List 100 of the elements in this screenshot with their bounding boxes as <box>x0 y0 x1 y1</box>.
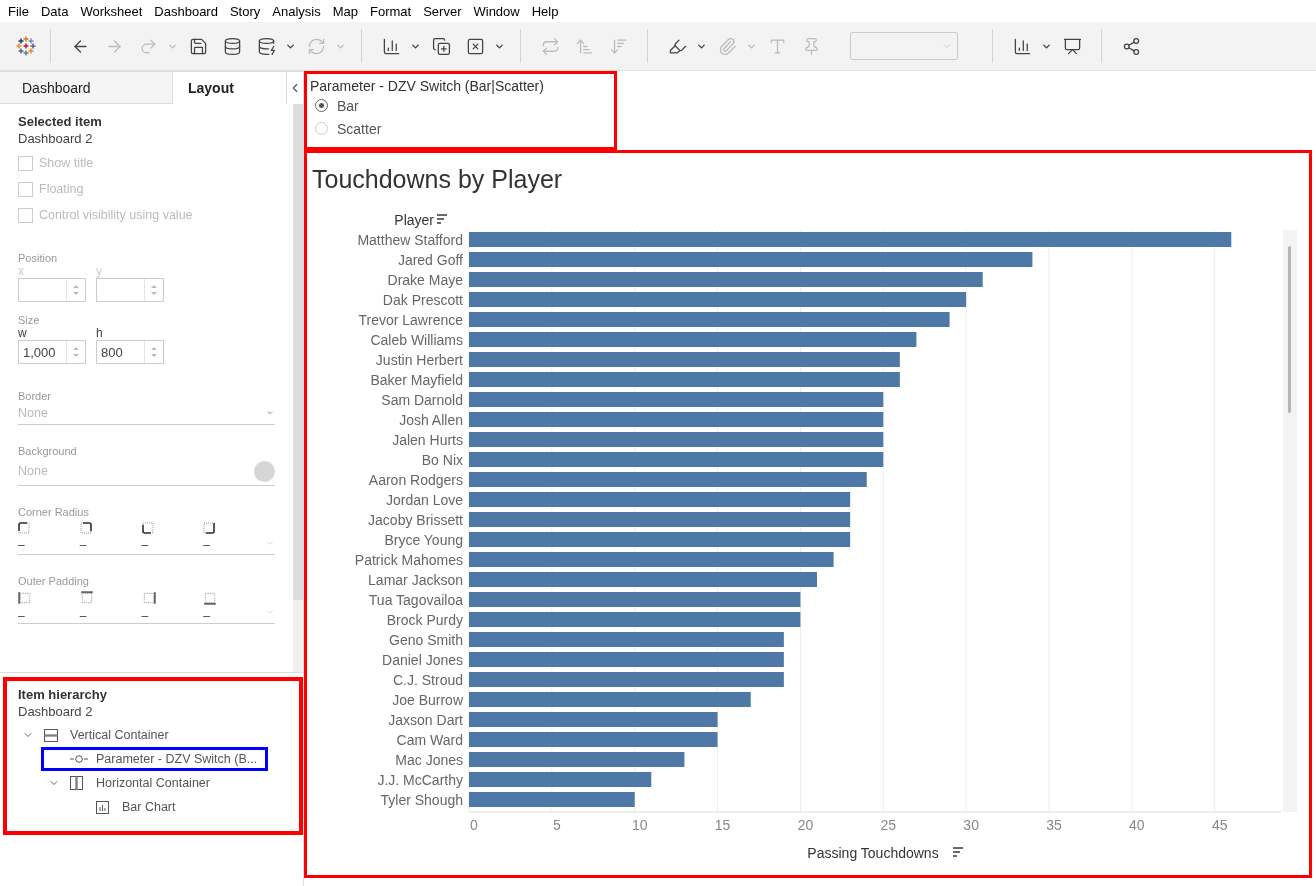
bar[interactable] <box>469 232 1232 247</box>
category-label: Jordan Love <box>385 492 463 508</box>
bar[interactable] <box>469 312 950 327</box>
category-label: Trevor Lawrence <box>358 312 463 328</box>
bar[interactable] <box>469 732 718 747</box>
tick-label: 45 <box>1211 817 1228 833</box>
padding-value[interactable]: – <box>79 609 90 623</box>
spinner-arrows-icon[interactable] <box>72 345 80 359</box>
bar[interactable] <box>469 452 884 467</box>
checkbox-label: Floating <box>39 182 84 196</box>
spinner-arrows-icon[interactable] <box>72 283 80 297</box>
radio-label[interactable]: Scatter <box>337 120 382 137</box>
number-field[interactable] <box>18 278 86 302</box>
bar[interactable] <box>469 552 834 567</box>
sort-icon[interactable] <box>952 847 964 857</box>
tree-item[interactable]: Horizontal Container <box>41 771 221 795</box>
vertical-container-icon <box>44 728 58 742</box>
category-label: Tyler Shough <box>380 792 463 808</box>
bar[interactable] <box>469 432 884 447</box>
spinner-arrows-icon[interactable] <box>150 345 158 359</box>
bar[interactable] <box>469 252 1033 267</box>
field-label: Size <box>18 314 41 326</box>
field-label: h <box>96 326 104 340</box>
scrollbar[interactable] <box>293 104 303 672</box>
category-label: Geno Smith <box>389 632 463 648</box>
bar[interactable] <box>469 292 967 307</box>
category-label: Tua Tagovailoa <box>368 592 463 608</box>
padding-icon[interactable] <box>141 591 156 605</box>
menu-item[interactable]: Format <box>366 3 420 19</box>
bar[interactable] <box>469 572 817 587</box>
padding-icon[interactable] <box>79 591 94 605</box>
bar[interactable] <box>469 392 884 407</box>
corner-radius-icon[interactable] <box>18 522 30 534</box>
bar[interactable] <box>469 412 884 427</box>
bar[interactable] <box>469 772 652 787</box>
menu-item[interactable]: Worksheet <box>76 3 151 19</box>
bar[interactable] <box>469 692 751 707</box>
radius-value[interactable]: – <box>18 538 28 552</box>
bar[interactable] <box>469 672 784 687</box>
bar[interactable] <box>469 372 900 387</box>
number-field[interactable]: 1,000 <box>18 340 86 364</box>
bar[interactable] <box>469 792 635 807</box>
menu-item[interactable]: Server <box>419 3 470 19</box>
scrollbar[interactable] <box>1283 230 1297 812</box>
axis-title: Passing Touchdowns <box>807 845 939 861</box>
bar[interactable] <box>469 472 867 487</box>
radio-label[interactable]: Bar <box>337 97 359 114</box>
tick-label: 40 <box>1129 817 1145 833</box>
bar[interactable] <box>469 532 851 547</box>
menu-item[interactable]: Window <box>469 3 528 19</box>
corner-radius-icon[interactable] <box>141 522 154 534</box>
category-label: Jaxson Dart <box>388 712 463 728</box>
corner-radius-icon[interactable] <box>203 522 216 534</box>
menu-item[interactable]: Map <box>328 3 366 19</box>
selected-item-name: Dashboard 2 <box>18 131 94 146</box>
padding-icon[interactable] <box>18 591 32 605</box>
radius-value[interactable]: – <box>79 538 90 552</box>
logo-icon[interactable] <box>16 36 36 56</box>
field-label: w <box>18 326 28 340</box>
padding-icon[interactable] <box>203 591 218 605</box>
bar[interactable] <box>469 752 685 767</box>
bar[interactable] <box>469 492 851 507</box>
category-label: Justin Herbert <box>375 352 463 368</box>
menu-item[interactable]: Story <box>225 3 269 19</box>
dropdown-field[interactable] <box>850 32 958 60</box>
bar[interactable] <box>469 712 718 727</box>
bar[interactable] <box>469 652 784 667</box>
menu-item[interactable]: Dashboard <box>150 3 226 19</box>
axis-title: Player <box>394 212 434 228</box>
bar[interactable] <box>469 512 851 527</box>
bar[interactable] <box>469 632 784 647</box>
corner-radius-icon[interactable] <box>79 522 92 534</box>
number-field[interactable] <box>96 278 164 302</box>
tree-item[interactable]: Vertical Container <box>15 723 180 747</box>
category-label: Daniel Jones <box>382 652 463 668</box>
bar[interactable] <box>469 332 917 347</box>
padding-value[interactable]: – <box>141 609 152 623</box>
menu-item[interactable]: Data <box>36 3 77 19</box>
bar[interactable] <box>469 352 900 367</box>
number-field[interactable]: 800 <box>96 340 164 364</box>
spinner-arrows-icon[interactable] <box>150 283 158 297</box>
menu-item[interactable]: File <box>4 3 37 19</box>
bar[interactable] <box>469 272 983 287</box>
color-swatch[interactable] <box>254 460 275 482</box>
bar[interactable] <box>469 592 801 607</box>
menu-item[interactable]: Analysis <box>268 3 329 19</box>
menu-item[interactable]: Help <box>527 3 567 19</box>
highlighted-tree-item[interactable]: Parameter - DZV Switch (B... <box>41 747 269 771</box>
category-label: Jacoby Brissett <box>368 512 463 528</box>
category-label: Mac Jones <box>395 752 463 768</box>
category-label: Baker Mayfield <box>370 372 463 388</box>
tree-item[interactable]: Bar Chart <box>67 795 187 819</box>
sort-icon[interactable] <box>436 214 448 224</box>
radius-value[interactable]: – <box>203 538 214 552</box>
panel-tab[interactable]: Dashboard <box>0 72 173 104</box>
padding-value[interactable]: – <box>203 609 214 623</box>
hierarchy-root: Dashboard 2 <box>18 704 94 719</box>
radius-value[interactable]: – <box>141 538 152 552</box>
bar[interactable] <box>469 612 801 627</box>
padding-value[interactable]: – <box>18 609 28 623</box>
